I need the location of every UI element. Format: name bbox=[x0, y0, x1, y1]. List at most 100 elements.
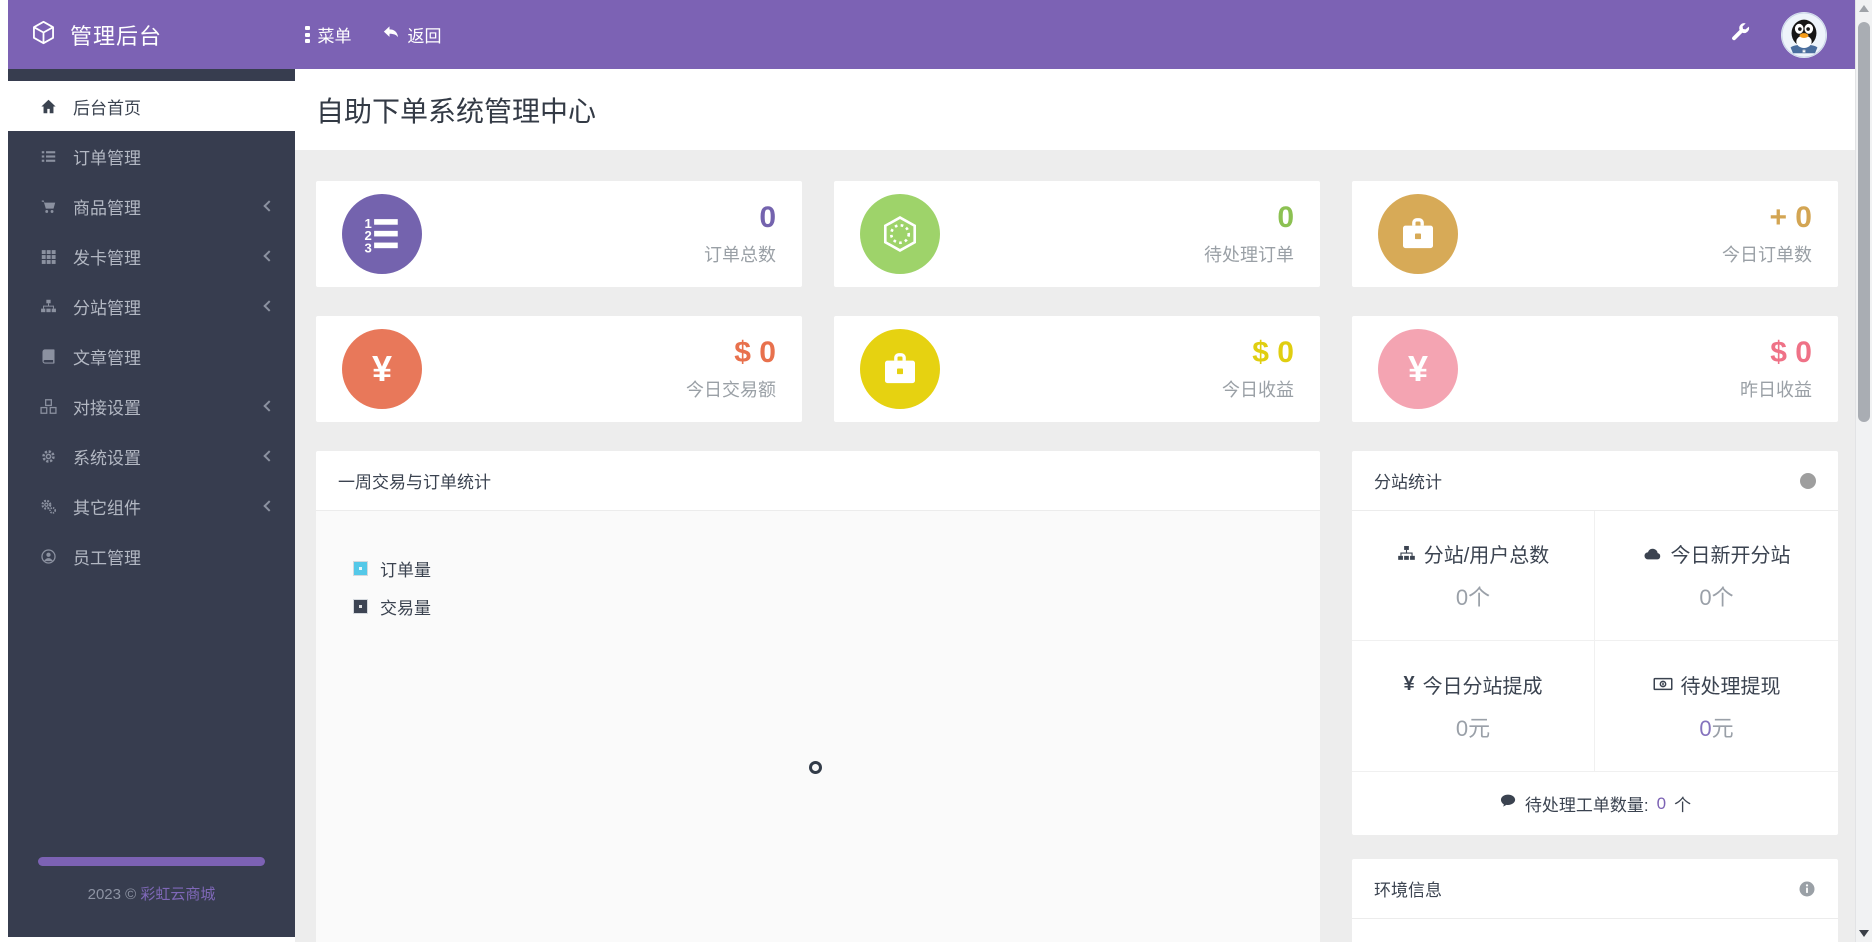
chevron-left-icon bbox=[263, 400, 275, 412]
chevron-left-icon bbox=[263, 450, 275, 462]
scrollbar[interactable] bbox=[1855, 0, 1872, 942]
branch-cell-commission: ¥ 今日分站提成 0元 bbox=[1352, 641, 1595, 771]
stat-value: + 0 bbox=[1769, 201, 1812, 234]
admin-dashboard: 管理后台 菜单 返回 后台首页 订单管理 商品管理 发卡管理 分站管理 文章管理… bbox=[0, 0, 1872, 942]
stat-label: 订单总数 bbox=[704, 245, 776, 265]
right-column: 分站统计 分站/用户总数 0个 今日新开分站 0个 ¥ 今日分站提成 0元 待处… bbox=[1352, 451, 1838, 942]
branch-cell-total: 分站/用户总数 0个 bbox=[1352, 511, 1595, 641]
sidebar-item-articles[interactable]: 文章管理 bbox=[8, 331, 295, 381]
stat-value: 0 bbox=[759, 201, 776, 234]
comment-icon bbox=[1499, 792, 1517, 815]
briefcase-icon bbox=[860, 329, 940, 409]
chevron-left-icon bbox=[263, 300, 275, 312]
chart-panel-title: 一周交易与订单统计 bbox=[338, 473, 491, 492]
sidebar-footer: 2023 © 彩虹云商城 bbox=[8, 857, 295, 937]
scroll-up-arrow-icon[interactable] bbox=[1859, 5, 1869, 12]
sidebar-item-home[interactable]: 后台首页 bbox=[8, 81, 295, 131]
environment-panel-header: 环境信息 bbox=[1352, 859, 1838, 919]
chart-legend: 订单量 交易量 bbox=[353, 556, 431, 632]
ticket-count-link[interactable]: 0 bbox=[1657, 794, 1666, 814]
stat-value: 0 bbox=[1277, 201, 1294, 234]
stat-label: 今日订单数 bbox=[1722, 245, 1812, 265]
menu-toggle-button[interactable]: 菜单 bbox=[305, 22, 352, 47]
scrollbar-thumb[interactable] bbox=[1858, 22, 1870, 422]
chevron-left-icon bbox=[263, 200, 275, 212]
sidebar: 后台首页 订单管理 商品管理 发卡管理 分站管理 文章管理 对接设置 系统设置 … bbox=[8, 69, 295, 937]
grid-icon bbox=[38, 248, 58, 265]
hexagon-spinner-icon bbox=[860, 194, 940, 274]
sidebar-item-integration[interactable]: 对接设置 bbox=[8, 381, 295, 431]
sidebar-item-orders[interactable]: 订单管理 bbox=[8, 131, 295, 181]
branch-panel-header: 分站统计 bbox=[1352, 451, 1838, 511]
chart-panel-header: 一周交易与订单统计 bbox=[316, 451, 1320, 511]
top-nav: 菜单 返回 bbox=[305, 22, 442, 47]
legend-item-orders[interactable]: 订单量 bbox=[353, 556, 431, 581]
withdrawal-count-link[interactable]: 0 bbox=[1699, 716, 1711, 741]
back-button[interactable]: 返回 bbox=[382, 22, 442, 47]
stat-card-yesterday-profit: ¥ $ 0 昨日收益 bbox=[1352, 316, 1838, 422]
info-icon[interactable] bbox=[1798, 880, 1816, 898]
briefcase-icon bbox=[1378, 194, 1458, 274]
environment-panel-title: 环境信息 bbox=[1374, 881, 1442, 900]
sitemap-icon bbox=[38, 298, 58, 315]
legend-swatch-cyan bbox=[353, 561, 368, 576]
weekly-chart-panel: 一周交易与订单统计 订单量 交易量 bbox=[316, 451, 1320, 942]
stat-value: $ 0 bbox=[734, 336, 776, 369]
content: 123 0 订单总数 0 待处理订单 + 0 今日订单数 ¥ $ 0 今日交易额… bbox=[295, 150, 1855, 942]
page-title: 自助下单系统管理中心 bbox=[316, 95, 597, 127]
branch-stats-panel: 分站统计 分站/用户总数 0个 今日新开分站 0个 ¥ 今日分站提成 0元 待处… bbox=[1352, 451, 1838, 835]
cloud-icon bbox=[1643, 544, 1663, 564]
branch-cell-withdrawals: 待处理提现 0元 bbox=[1595, 641, 1838, 771]
reply-arrow-icon bbox=[382, 23, 400, 46]
gear-icon bbox=[38, 448, 58, 465]
sidebar-item-components[interactable]: 其它组件 bbox=[8, 481, 295, 531]
chevron-left-icon bbox=[263, 500, 275, 512]
svg-text:3: 3 bbox=[365, 240, 372, 255]
chevron-left-icon bbox=[263, 250, 275, 262]
top-bar: 管理后台 菜单 返回 bbox=[8, 0, 1855, 69]
gears-icon bbox=[38, 498, 58, 515]
stat-value: $ 0 bbox=[1770, 336, 1812, 369]
cube-icon bbox=[30, 19, 57, 51]
page-header: 自助下单系统管理中心 bbox=[295, 69, 1855, 150]
yuan-icon: ¥ bbox=[342, 329, 422, 409]
wrench-icon[interactable] bbox=[1729, 21, 1751, 48]
pending-tickets-row: 待处理工单数量: 0 个 bbox=[1352, 771, 1838, 835]
brand-link[interactable]: 彩虹云商城 bbox=[140, 886, 215, 903]
sidebar-item-staff[interactable]: 员工管理 bbox=[8, 531, 295, 581]
list-icon bbox=[38, 148, 58, 165]
sidebar-item-branches[interactable]: 分站管理 bbox=[8, 281, 295, 331]
main-area: 自助下单系统管理中心 123 0 订单总数 0 待处理订单 + 0 今日订单数 … bbox=[295, 69, 1855, 942]
cart-icon bbox=[38, 198, 58, 215]
top-actions bbox=[1729, 11, 1855, 58]
user-circle-icon bbox=[38, 548, 58, 565]
stat-card-total-orders: 123 0 订单总数 bbox=[316, 181, 802, 287]
branch-panel-title: 分站统计 bbox=[1374, 473, 1442, 492]
loading-spinner bbox=[809, 761, 822, 774]
stat-card-today-profit: $ 0 今日收益 bbox=[834, 316, 1320, 422]
stat-label: 待处理订单 bbox=[1204, 245, 1294, 265]
chart-body: 订单量 交易量 bbox=[316, 511, 1320, 942]
book-icon bbox=[38, 348, 58, 365]
sidebar-item-products[interactable]: 商品管理 bbox=[8, 181, 295, 231]
vertical-dots-icon bbox=[305, 26, 310, 43]
sidebar-item-cards[interactable]: 发卡管理 bbox=[8, 231, 295, 281]
stat-label: 昨日收益 bbox=[1740, 380, 1812, 400]
yuan-icon: ¥ bbox=[1378, 329, 1458, 409]
stat-label: 今日交易额 bbox=[686, 380, 776, 400]
legend-swatch-dark bbox=[353, 599, 368, 614]
sidebar-item-system-settings[interactable]: 系统设置 bbox=[8, 431, 295, 481]
stat-value: $ 0 bbox=[1252, 336, 1294, 369]
sitemap-icon bbox=[1397, 544, 1416, 563]
user-avatar[interactable] bbox=[1781, 11, 1827, 58]
stat-card-pending-orders: 0 待处理订单 bbox=[834, 181, 1320, 287]
copyright: 2023 © 彩虹云商城 bbox=[87, 886, 216, 903]
stat-label: 今日收益 bbox=[1222, 380, 1294, 400]
app-logo[interactable]: 管理后台 bbox=[8, 19, 287, 51]
grey-dot-icon[interactable] bbox=[1800, 472, 1816, 489]
cubes-icon bbox=[38, 398, 58, 415]
scroll-down-arrow-icon[interactable] bbox=[1859, 930, 1869, 937]
list-ol-icon: 123 bbox=[342, 194, 422, 274]
stat-card-today-orders: + 0 今日订单数 bbox=[1352, 181, 1838, 287]
legend-item-volume[interactable]: 交易量 bbox=[353, 594, 431, 619]
